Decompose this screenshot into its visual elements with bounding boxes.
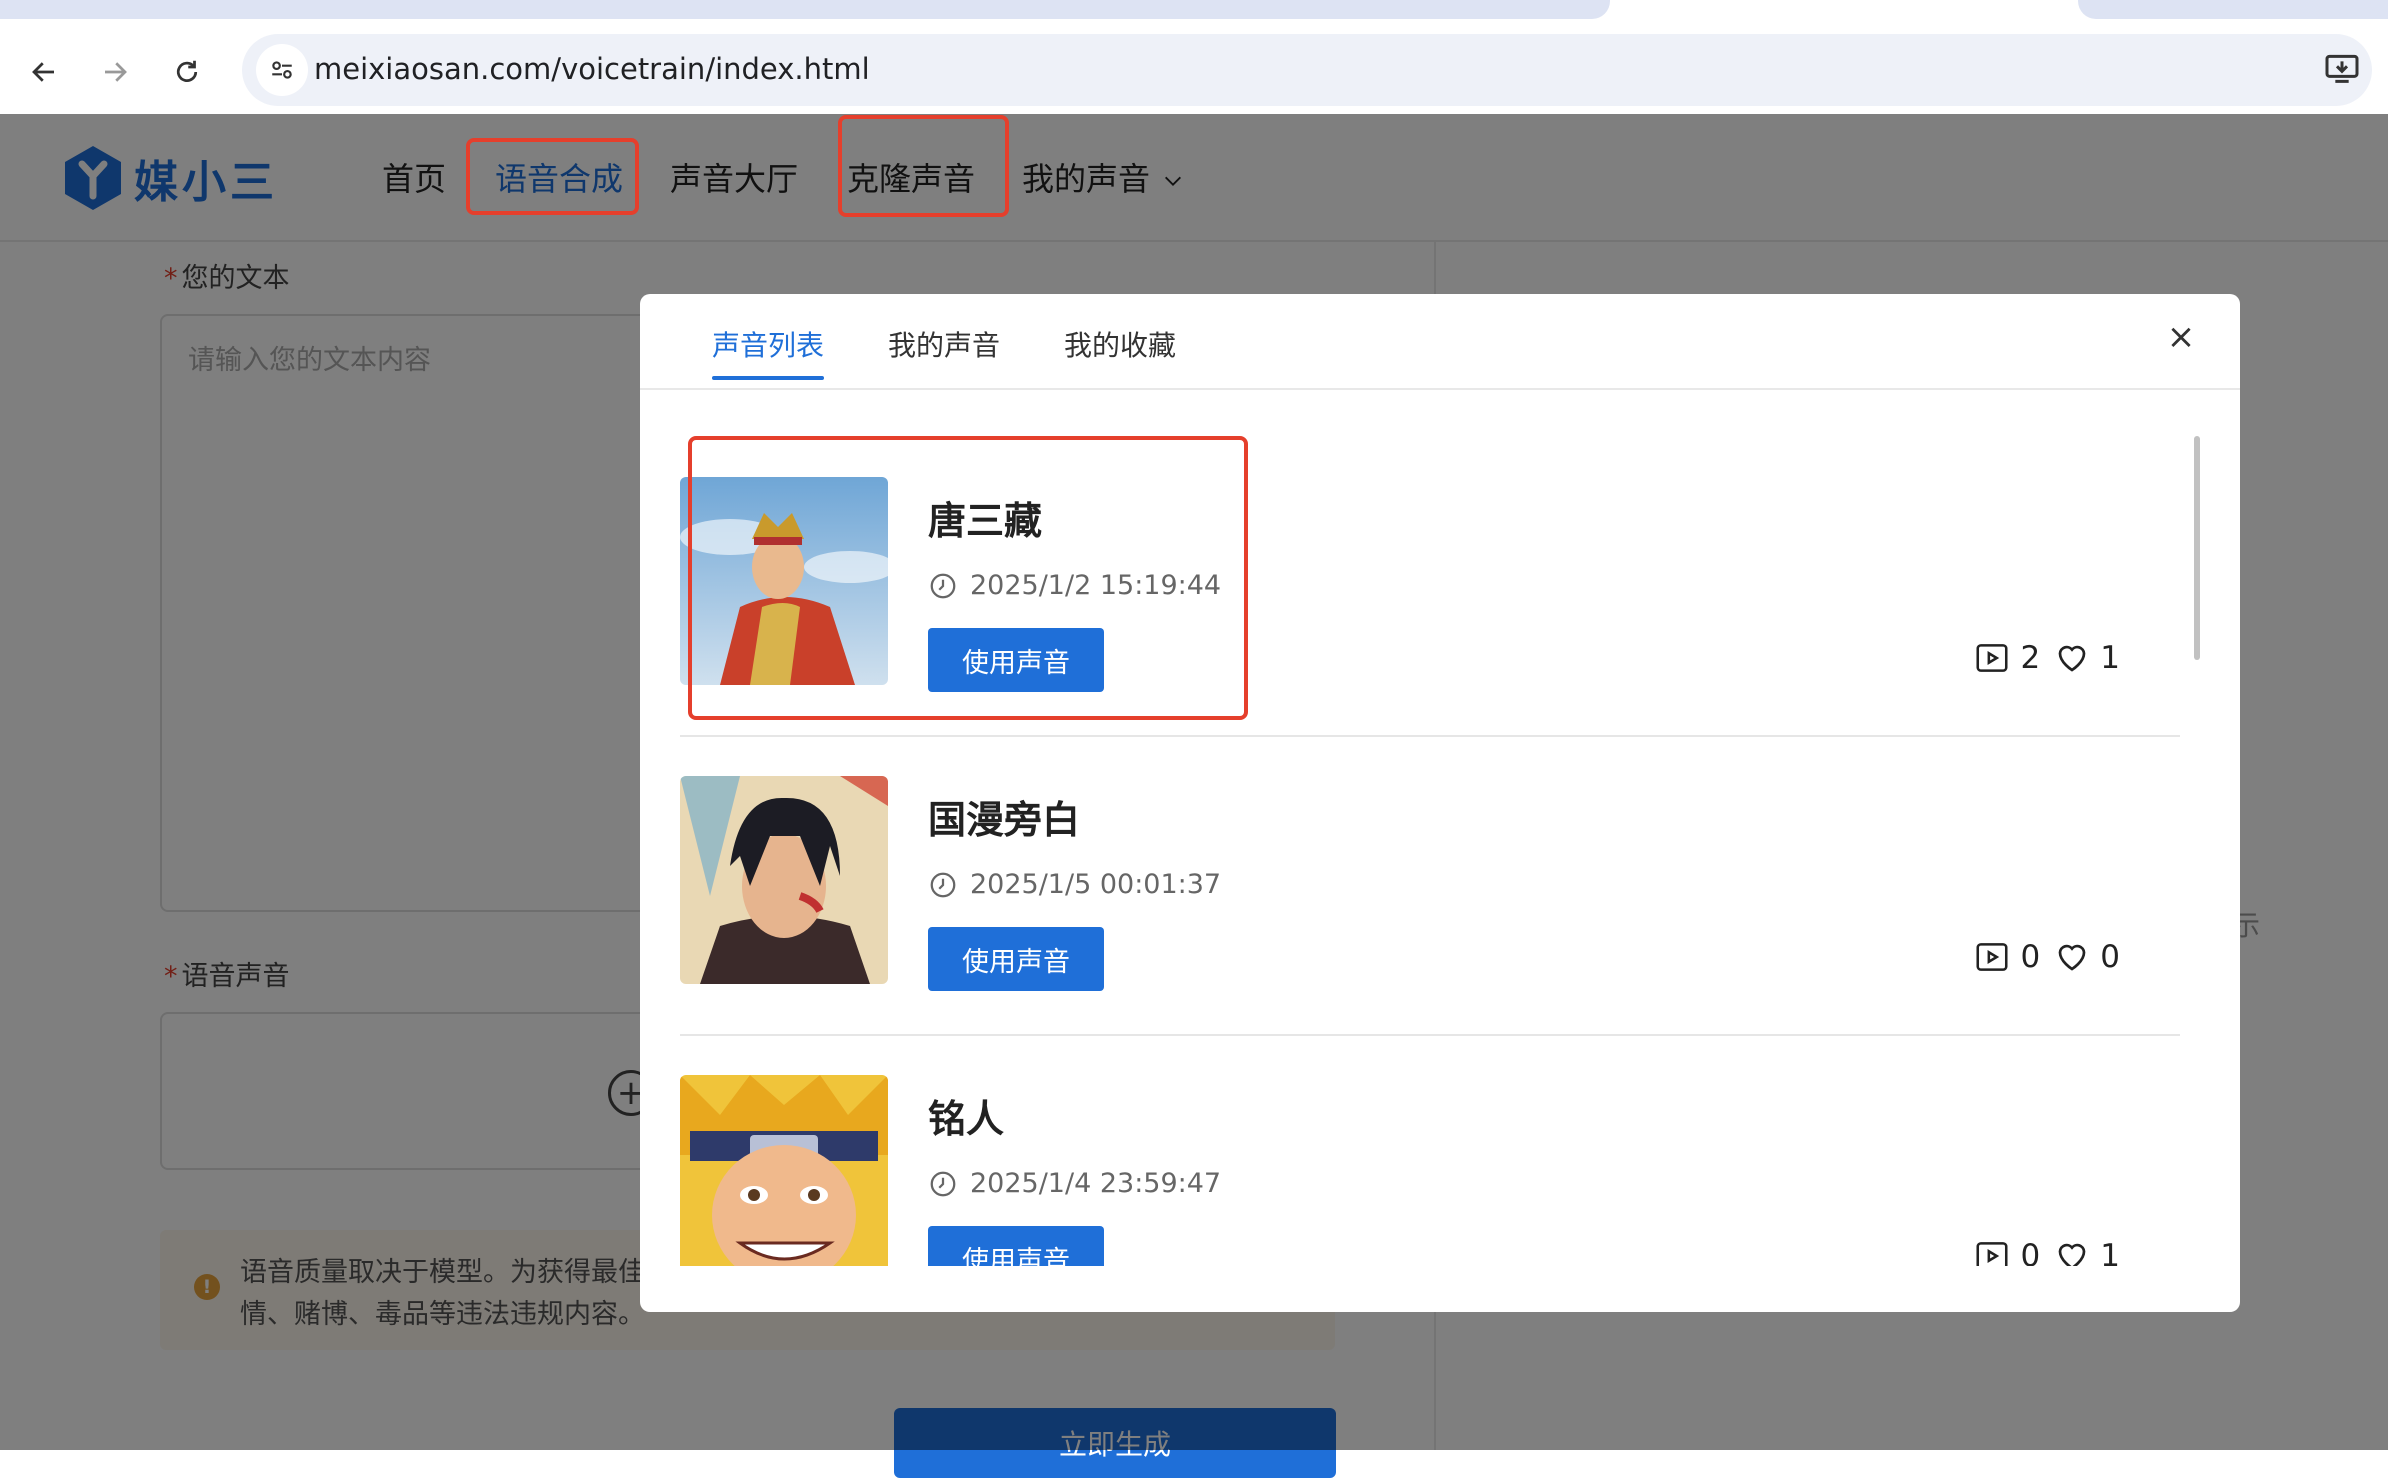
url-text[interactable]: meixiaosan.com/voicetrain/index.html [314,52,870,86]
play-count-icon [1976,644,2008,672]
voice-stats: 0 1 [1920,1232,2120,1266]
voice-item: 国漫旁白 2025/1/5 00:01:37 使用声音 0 0 [680,737,2180,1036]
like-count[interactable]: 1 [2054,640,2120,676]
voice-stats: 0 0 [1920,933,2120,981]
browser-toolbar: meixiaosan.com/voicetrain/index.html [0,30,2388,114]
list-scrollbar[interactable] [2194,436,2200,660]
tab-my-voices[interactable]: 我的声音 [888,324,1000,364]
like-count-value: 1 [2100,1238,2120,1266]
highlight-box-speech-synthesis [466,138,639,215]
play-count: 2 [1973,639,2041,677]
voice-name: 铭人 [928,1097,1005,1141]
reload-button[interactable] [157,42,217,102]
voice-time-row: 2025/1/5 00:01:37 [928,869,1221,900]
forward-arrow-icon [105,62,127,82]
clock-icon [930,872,956,897]
voice-stats: 2 1 [1920,634,2120,682]
tab-voice-list[interactable]: 声音列表 [712,324,824,364]
voice-item: 铭人 2025/1/4 23:59:47 使用声音 0 1 [680,1036,2180,1266]
clock-icon [930,1171,956,1196]
like-count[interactable]: 0 [2054,939,2120,975]
play-count-icon [1976,1242,2008,1266]
play-count: 0 [1973,938,2041,976]
browser-tab[interactable] [2078,0,2388,19]
like-count-value: 1 [2100,640,2120,676]
voice-created-time: 2025/1/5 00:01:37 [970,869,1222,900]
heart-icon [2058,1243,2086,1266]
play-count: 0 [1973,1237,2041,1266]
modal-tabs: 声音列表 我的声音 我的收藏 × [640,294,2240,390]
highlight-box-clone-voice [838,115,1009,217]
reload-icon [176,60,198,82]
play-count-value: 0 [2020,939,2041,975]
browser-tabstrip [0,0,2388,30]
highlight-box-first-voice [688,436,1248,720]
browser-tab[interactable] [0,0,1610,19]
active-tab-indicator [712,376,824,380]
like-count[interactable]: 1 [2054,1238,2120,1266]
play-count-value: 2 [2020,640,2041,676]
forward-button[interactable] [85,42,145,102]
back-button[interactable] [14,42,74,102]
use-voice-button[interactable]: 使用声音 [928,1226,1104,1266]
heart-icon [2058,944,2086,971]
use-voice-button[interactable]: 使用声音 [928,927,1104,991]
play-count-value: 0 [2020,1238,2041,1266]
voice-time-row: 2025/1/4 23:59:47 [928,1168,1221,1199]
heart-icon [2058,645,2086,672]
like-count-value: 0 [2100,939,2120,975]
address-bar[interactable]: meixiaosan.com/voicetrain/index.html [242,34,2372,106]
install-app-icon[interactable] [2322,48,2362,92]
tab-my-favorites[interactable]: 我的收藏 [1064,324,1176,364]
back-arrow-icon [32,62,54,82]
close-button[interactable]: × [2160,316,2202,358]
site-settings-icon[interactable] [256,44,308,96]
voice-name: 国漫旁白 [928,798,1081,842]
play-count-icon [1976,943,2008,971]
voice-avatar [680,1075,888,1266]
voice-created-time: 2025/1/4 23:59:47 [970,1168,1222,1199]
voice-avatar [680,776,888,984]
